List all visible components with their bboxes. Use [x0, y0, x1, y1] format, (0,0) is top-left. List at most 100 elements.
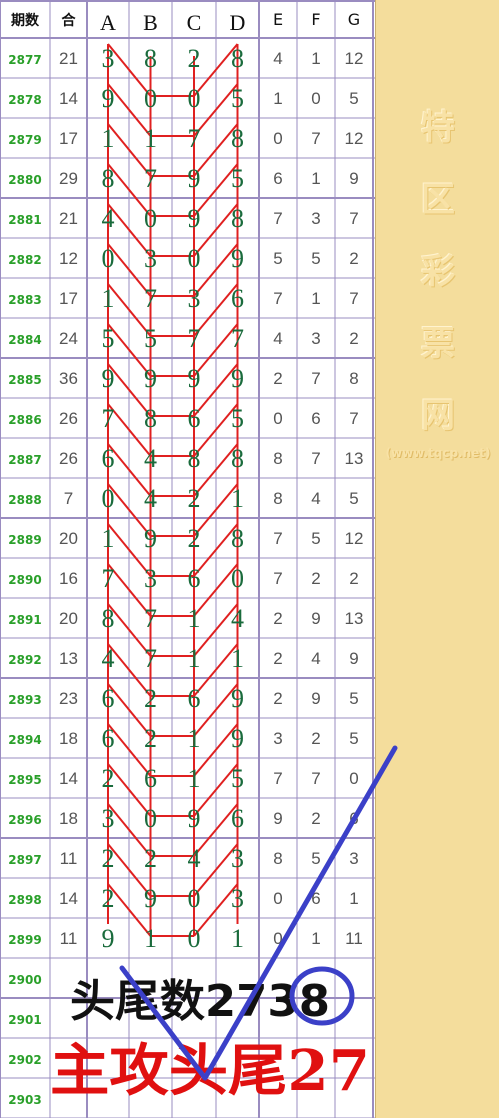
digit-cell: 2 [273, 609, 282, 628]
period-cell: 2902 [8, 1053, 41, 1067]
digit-cell: 5 [231, 164, 244, 193]
digit-cell: 3 [231, 844, 244, 873]
digit-cell: 0 [188, 924, 201, 953]
digit-cell: 0 [102, 484, 115, 513]
digit-cell: 6 [311, 409, 320, 428]
digit-cell: 5 [231, 84, 244, 113]
digit-cell: 9 [273, 809, 282, 828]
digit-cell: 3 [273, 729, 282, 748]
digit-cell: 0 [188, 244, 201, 273]
digit-cell: 7 [273, 569, 282, 588]
digit-cell: 9 [144, 884, 157, 913]
digit-cell: 4 [102, 204, 115, 233]
digit-cell: 0 [144, 804, 157, 833]
period-cell: 2897 [8, 853, 41, 867]
digit-cell: 5 [144, 324, 157, 353]
digit-cell: 2 [188, 484, 201, 513]
sum-cell: 36 [59, 369, 78, 388]
digit-cell: 7 [102, 404, 115, 433]
digit-cell: 0 [273, 409, 282, 428]
digit-cell: 5 [349, 89, 358, 108]
watermark-char: 区 [421, 180, 455, 220]
digit-cell: 7 [311, 769, 320, 788]
digit-cell: 9 [188, 804, 201, 833]
column-header: D [230, 10, 246, 35]
digit-cell: 1 [231, 924, 244, 953]
sum-cell: 26 [59, 449, 78, 468]
digit-cell: 6 [273, 169, 282, 188]
period-cell: 2884 [8, 333, 41, 347]
period-cell: 2901 [8, 1013, 41, 1027]
digit-cell: 6 [102, 684, 115, 713]
digit-cell: 0 [231, 564, 244, 593]
digit-cell: 5 [349, 489, 358, 508]
period-cell: 2899 [8, 933, 41, 947]
sum-cell: 24 [59, 329, 78, 348]
digit-cell: 7 [273, 769, 282, 788]
lottery-table: 期数合 A B C D E F G2877 21 3 8 2 8 4 1 122878 14 9 0 0 5 1 0 5287… [0, 0, 375, 1118]
digit-cell: 3 [102, 804, 115, 833]
digit-cell: 9 [349, 649, 358, 668]
period-cell: 2885 [8, 373, 41, 387]
digit-cell: 8 [273, 489, 282, 508]
digit-cell: 7 [188, 124, 201, 153]
digit-cell: 2 [188, 524, 201, 553]
digit-cell: 4 [273, 329, 282, 348]
digit-cell: 7 [349, 209, 358, 228]
digit-cell: 1 [144, 924, 157, 953]
digit-cell: 4 [273, 49, 282, 68]
period-cell: 2881 [8, 213, 41, 227]
digit-cell: 0 [102, 244, 115, 273]
digit-cell: 13 [345, 609, 364, 628]
digit-cell: 7 [231, 324, 244, 353]
column-header: E [273, 10, 283, 29]
sum-cell: 20 [59, 529, 78, 548]
period-cell: 2893 [8, 693, 41, 707]
digit-cell: 0 [188, 884, 201, 913]
digit-cell: 1 [311, 929, 320, 948]
digit-cell: 1 [102, 284, 115, 313]
watermark-char: 网 [421, 396, 455, 436]
digit-cell: 8 [273, 849, 282, 868]
column-header: 期数 [11, 12, 40, 29]
digit-cell: 0 [273, 929, 282, 948]
period-cell: 2879 [8, 133, 41, 147]
digit-cell: 4 [188, 844, 201, 873]
digit-cell: 0 [144, 84, 157, 113]
digit-cell: 7 [311, 369, 320, 388]
sum-cell: 20 [59, 609, 78, 628]
digit-cell: 8 [231, 124, 244, 153]
digit-cell: 3 [311, 329, 320, 348]
digit-cell: 2 [349, 249, 358, 268]
digit-cell: 1 [231, 644, 244, 673]
digit-cell: 6 [188, 564, 201, 593]
digit-cell: 0 [273, 129, 282, 148]
digit-cell: 7 [273, 529, 282, 548]
watermark-url: (www.tqcp.net) [385, 446, 491, 460]
digit-cell: 2 [273, 369, 282, 388]
period-cell: 2878 [8, 93, 41, 107]
digit-cell: 9 [231, 364, 244, 393]
digit-cell: 7 [188, 324, 201, 353]
digit-cell: 2 [102, 844, 115, 873]
digit-cell: 0 [188, 84, 201, 113]
digit-cell: 1 [188, 604, 201, 633]
period-cell: 2896 [8, 813, 41, 827]
period-cell: 2903 [8, 1093, 41, 1107]
digit-cell: 3 [144, 244, 157, 273]
digit-cell: 9 [188, 164, 201, 193]
sum-cell: 14 [59, 889, 78, 908]
sum-cell: 26 [59, 409, 78, 428]
digit-cell: 6 [311, 889, 320, 908]
digit-cell: 6 [231, 284, 244, 313]
digit-cell: 9 [311, 689, 320, 708]
sum-cell: 11 [60, 929, 78, 948]
digit-cell: 7 [273, 289, 282, 308]
digit-cell: 7 [144, 284, 157, 313]
digit-cell: 3 [102, 44, 115, 73]
period-cell: 2892 [8, 653, 41, 667]
period-cell: 2882 [8, 253, 41, 267]
period-cell: 2877 [8, 53, 41, 67]
column-header: B [143, 10, 158, 35]
digit-cell: 2 [144, 724, 157, 753]
